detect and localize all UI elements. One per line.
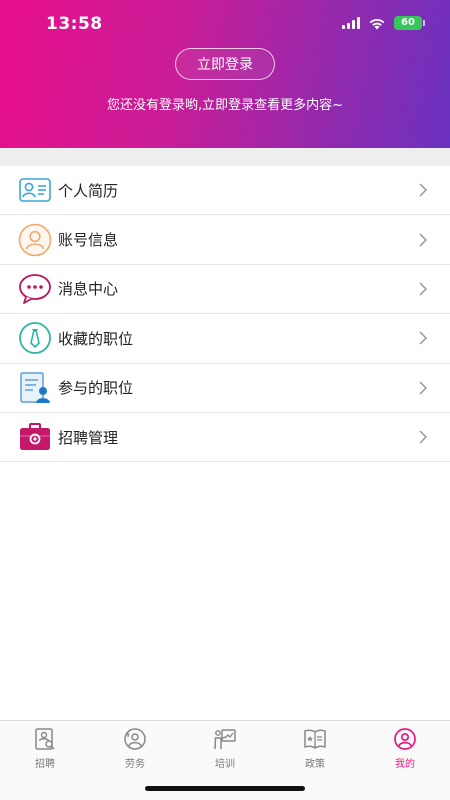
menu-label: 收藏的职位 [58,329,134,348]
menu-label: 消息中心 [58,280,119,299]
tab-label: 我的 [395,759,415,770]
tab-policy[interactable]: 政策 [270,727,360,777]
home-indicator [145,786,305,791]
chevron-right-icon [419,430,428,444]
profile-header: 13:58 60 立即登录 您还没有登录哟,立即登录查看更多内容~ [0,0,450,148]
status-time: 13:58 [46,14,103,34]
tab-training[interactable]: 培训 [180,727,270,777]
chevron-right-icon [419,233,428,247]
signal-icon [342,17,360,29]
menu-item-account[interactable]: 账号信息 [0,215,450,265]
battery-level: 60 [401,17,415,28]
profile-tab-icon [394,728,416,750]
wifi-icon [369,18,385,29]
policy-tab-icon [304,729,326,749]
tab-recruit[interactable]: 招聘 [0,727,90,777]
chevron-right-icon [419,331,428,345]
favorite-jobs-icon [18,321,52,355]
tab-label: 培训 [215,759,235,770]
tab-label: 政策 [305,759,325,770]
menu-item-applied-jobs[interactable]: 参与的职位 [0,364,450,413]
recruit-tab-icon [35,728,55,750]
menu-item-recruit-manage[interactable]: 招聘管理 [0,413,450,463]
recruit-manage-icon [18,420,52,454]
menu-item-messages[interactable]: 消息中心 [0,265,450,315]
tab-profile[interactable]: 我的 [360,727,450,777]
labor-tab-icon [124,728,146,750]
chevron-right-icon [419,183,428,197]
menu-list: 个人简历 账号信息 消息中心 收藏的职位 参与的职位 招聘管理 [0,166,450,463]
chevron-right-icon [419,381,428,395]
tab-label: 劳务 [125,759,145,770]
menu-item-favorite-jobs[interactable]: 收藏的职位 [0,314,450,364]
menu-label: 招聘管理 [58,428,119,447]
resume-icon [18,173,52,207]
battery-icon: 60 [394,16,425,30]
account-icon [18,223,52,257]
login-hint: 您还没有登录哟,立即登录查看更多内容~ [106,98,344,113]
training-tab-icon [214,729,236,750]
chevron-right-icon [419,282,428,296]
menu-label: 个人简历 [58,181,119,200]
status-bar: 13:58 60 [0,0,450,48]
menu-label: 参与的职位 [58,379,134,398]
status-icons: 60 [342,16,425,30]
menu-label: 账号信息 [58,231,119,250]
applied-jobs-icon [18,371,52,405]
section-divider [0,148,450,166]
message-icon [18,272,52,306]
login-button[interactable]: 立即登录 [175,48,275,80]
tab-label: 招聘 [35,759,55,770]
menu-item-resume[interactable]: 个人简历 [0,166,450,216]
tab-labor[interactable]: 劳务 [90,727,180,777]
